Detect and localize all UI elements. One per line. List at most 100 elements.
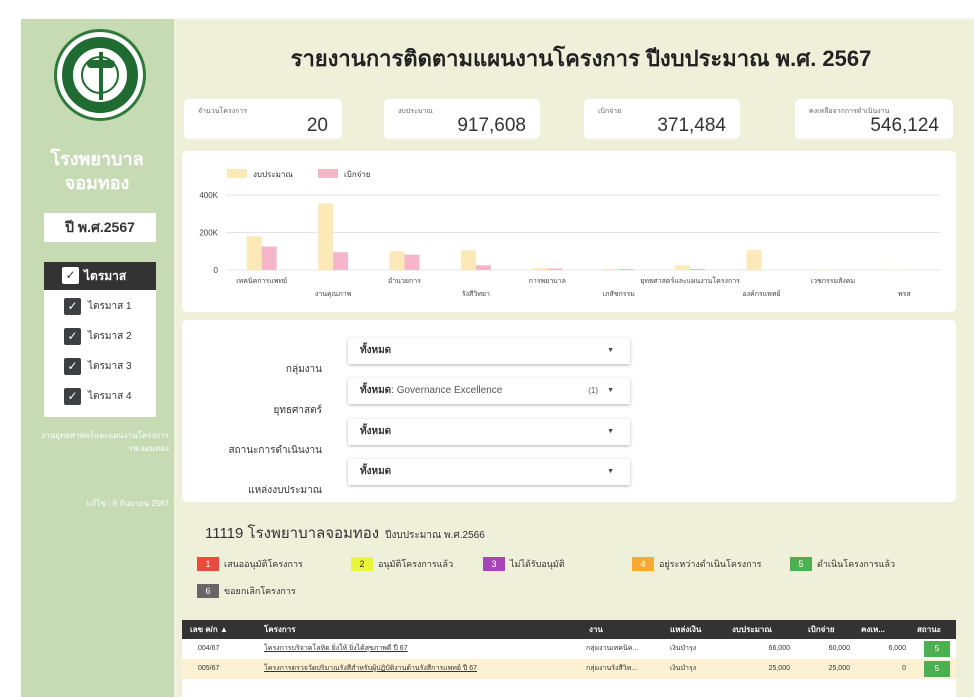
cell-project-link[interactable]: โครงการบริจาคโลหิต ยิ่งให้ ยิ่งได้สุขภาพ… [264, 639, 582, 659]
bar [246, 236, 262, 270]
bar [675, 265, 691, 270]
dropdown-arrow-icon: ▼ [607, 468, 614, 475]
table-row-partial[interactable] [182, 679, 956, 697]
status-label: ขอยกเลิกโครงการ [224, 586, 296, 596]
x-tick-label: องค์กรแพทย์ [742, 290, 780, 298]
x-tick-label: รังสีวิทยา [462, 290, 490, 298]
bar [333, 252, 349, 270]
kpi-disbursed: เบิกจ่าย 371,484 [584, 99, 740, 139]
cell-project-link[interactable]: โครงการตรวจวัดปริมาณรังสีสำหรับผู้ปฏิบัต… [264, 659, 582, 679]
year-selector[interactable]: ปี พ.ศ.2567 [44, 213, 156, 242]
status-legend-item: 3 ไม่ได้รับอนุมัติ [483, 557, 565, 571]
page-title: รายงานการติดตามแผนงานโครงการ ปีงบประมาณ … [290, 46, 872, 71]
dashboard-frame: โรงพยาบาลจอมทอง ปี พ.ศ.2567 ✓ ไตรมาส ✓ ไ… [21, 19, 974, 697]
cell-spent: 25,000 [828, 665, 850, 672]
filter-value: ทั้งหมด [360, 385, 392, 396]
quarter-item-1[interactable]: ✓ ไตรมาส 1 [44, 294, 156, 320]
cell-department: กลุ่มงานรังสีวิท... [586, 665, 638, 672]
legend-label: เบิกจ่าย [344, 170, 371, 179]
col-header-remain[interactable]: คงเห... [861, 620, 885, 639]
bar [389, 251, 405, 270]
bar [460, 250, 476, 270]
status-swatch: 5 [790, 557, 812, 571]
quarter-label: ไตรมาส 1 [88, 301, 132, 312]
filter-value: ทั้งหมด [360, 426, 392, 437]
filter-status-select[interactable]: ทั้งหมด ▼ [348, 419, 630, 445]
status-label: อยู่ระหว่างดำเนินโครงการ [659, 559, 762, 569]
hospital-name: โรงพยาบาลจอมทอง [50, 149, 144, 193]
col-header-id[interactable]: เลข ค/ก ▲ [190, 620, 228, 639]
dropdown-arrow-icon: ▼ [607, 428, 614, 435]
checkbox-checked-icon: ✓ [64, 298, 81, 315]
filter-budget-source-select[interactable]: ทั้งหมด ▼ [348, 459, 630, 485]
fiscal-year: ปีงบประมาณ พ.ศ.2566 [385, 530, 485, 541]
bar [817, 269, 833, 270]
cell-spent: 60,000 [828, 645, 850, 652]
cell-budget: 66,000 [768, 645, 790, 652]
cell-remain: 6,000 [888, 645, 906, 652]
filter-department-select[interactable]: ทั้งหมด ▼ [348, 338, 630, 364]
bar [318, 203, 334, 270]
checkbox-checked-icon: ✓ [64, 328, 81, 345]
legend-swatch [318, 169, 338, 178]
cell-fund-source: เงินบำรุง [670, 665, 697, 672]
kpi-label: จำนวนโครงการ [198, 108, 248, 115]
quarter-all-label: ไตรมาส [84, 269, 127, 283]
updated-date: แก้ไข : 9 กันยายน 2567 [86, 499, 170, 508]
table-row[interactable]: 004/67 โครงการบริจาคโลหิต ยิ่งให้ ยิ่งได… [182, 639, 956, 659]
col-header-status[interactable]: สถานะ [917, 620, 941, 639]
col-header-department[interactable]: งาน [589, 620, 603, 639]
kpi-label: งบประมาณ [398, 108, 433, 115]
checkbox-checked-icon: ✓ [62, 267, 79, 284]
status-legend-item: 6 ขอยกเลิกโครงการ [197, 584, 296, 598]
col-header-fund-source[interactable]: แหล่งเงิน [670, 620, 702, 639]
quarter-item-2[interactable]: ✓ ไตรมาส 2 [44, 324, 156, 350]
table-row[interactable]: 005/67 โครงการตรวจวัดปริมาณรังสีสำหรับผู… [182, 659, 956, 679]
filter-value: ทั้งหมด [360, 466, 392, 477]
status-label: อนุมัติโครงการแล้ว [378, 559, 454, 569]
quarter-item-3[interactable]: ✓ ไตรมาส 3 [44, 354, 156, 380]
col-header-project[interactable]: โครงการ [264, 620, 296, 639]
kpi-label: เบิกจ่าย [598, 108, 622, 115]
kpi-value: 20 [306, 115, 328, 136]
cell-status: 5 [924, 641, 950, 657]
project-table: เลข ค/ก ▲ โครงการ งาน แหล่งเงิน งบประมาณ… [182, 620, 956, 697]
bar [547, 268, 563, 270]
quarter-label: ไตรมาส 2 [88, 331, 132, 342]
legend-swatch [227, 169, 247, 178]
x-tick-label: เวชกรรมสังคม [811, 277, 855, 285]
kpi-value: 917,608 [457, 115, 526, 136]
status-label: ไม่ได้รับอนุมัติ [510, 559, 565, 569]
cell-fund-source: เงินบำรุง [670, 645, 697, 652]
quarter-all-toggle[interactable]: ✓ ไตรมาส [44, 262, 156, 290]
kpi-remaining: คงเหลือจากการดำเนินงาน 546,124 [795, 99, 953, 139]
department-text: งานยุทธศาสตร์และแผนงานโครงการ รพ.จอมทอง [41, 431, 169, 453]
budget-bar-chart: 0 200K 400K งบประมาณ เบิกจ่ายเทคนิคการแพทย์ง… [199, 169, 940, 298]
kpi-budget: งบประมาณ 917,608 [384, 99, 540, 139]
dropdown-arrow-icon: ▼ [607, 387, 614, 394]
sidebar: โรงพยาบาลจอมทอง ปี พ.ศ.2567 ✓ ไตรมาส ✓ ไ… [21, 19, 174, 697]
filter-value: ทั้งหมด [360, 345, 392, 356]
status-swatch: 1 [197, 557, 219, 571]
status-label: เสนออนุมัติโครงการ [224, 559, 303, 569]
status-legend-item: 5 ดำเนินโครงการแล้ว [790, 557, 895, 571]
filter-strategy-select[interactable]: ทั้งหมด: Governance Excellence (1) ▼ [348, 378, 630, 404]
status-legend-item: 1 เสนออนุมัติโครงการ [197, 557, 303, 571]
cell-department: กลุ่มงานเทคนิค... [586, 645, 639, 652]
col-header-budget[interactable]: งบประมาณ [732, 620, 772, 639]
x-tick-label: อำนวยการ [388, 277, 421, 285]
x-tick-label: ยุทธศาสตร์และแผนงานโครงการ [640, 276, 740, 285]
quarter-label: ไตรมาส 3 [88, 361, 132, 372]
filter-label-status: สถานะการดำเนินงาน [228, 445, 322, 456]
cell-budget: 25,000 [768, 665, 790, 672]
y-tick-label: 400K [199, 191, 218, 200]
filter-count: (1) [588, 386, 598, 395]
y-tick-label: 200K [199, 229, 218, 238]
x-tick-label: การพยาบาล [529, 278, 566, 285]
col-header-spent[interactable]: เบิกจ่าย [808, 620, 835, 639]
status-legend-item: 2 อนุมัติโครงการแล้ว [351, 557, 453, 571]
bar [261, 246, 277, 270]
quarter-item-4[interactable]: ✓ ไตรมาส 4 [44, 384, 156, 410]
cell-remain: 0 [902, 665, 906, 672]
status-swatch: 6 [197, 584, 219, 598]
